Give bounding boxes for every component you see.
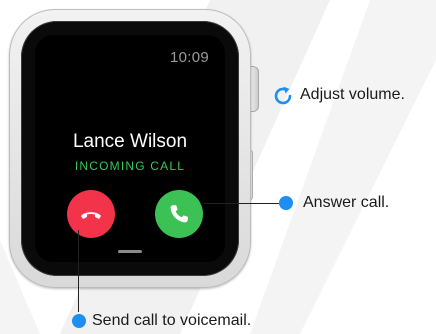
crown-callout-label: Adjust volume. — [300, 86, 405, 103]
rotate-crown-icon — [274, 86, 292, 105]
voicemail-callout-label: Send call to voicemail. — [92, 312, 252, 329]
watch-case: 10:09 Lance Wilson INCOMING CALL — [9, 9, 251, 288]
caller-name: Lance Wilson — [72, 131, 188, 152]
decline-button[interactable] — [67, 190, 115, 238]
scroll-handle — [118, 250, 142, 253]
answer-button[interactable] — [155, 190, 203, 238]
answer-callout-line — [204, 203, 279, 204]
status-time: 10:09 — [169, 49, 209, 66]
voicemail-callout-line — [78, 230, 79, 312]
watch-bezel: 10:09 Lance Wilson INCOMING CALL — [21, 21, 239, 276]
answer-callout-label: Answer call. — [303, 194, 390, 211]
phone-hangup-icon — [81, 212, 101, 219]
answer-callout-dot — [279, 196, 293, 210]
phone-icon — [170, 205, 188, 223]
voicemail-callout-dot — [72, 314, 86, 328]
illustration: 10:09 Lance Wilson INCOMING CALL Adjust … — [0, 0, 436, 334]
watch-screen: 10:09 Lance Wilson INCOMING CALL — [35, 35, 225, 262]
call-status: INCOMING CALL — [74, 159, 186, 173]
